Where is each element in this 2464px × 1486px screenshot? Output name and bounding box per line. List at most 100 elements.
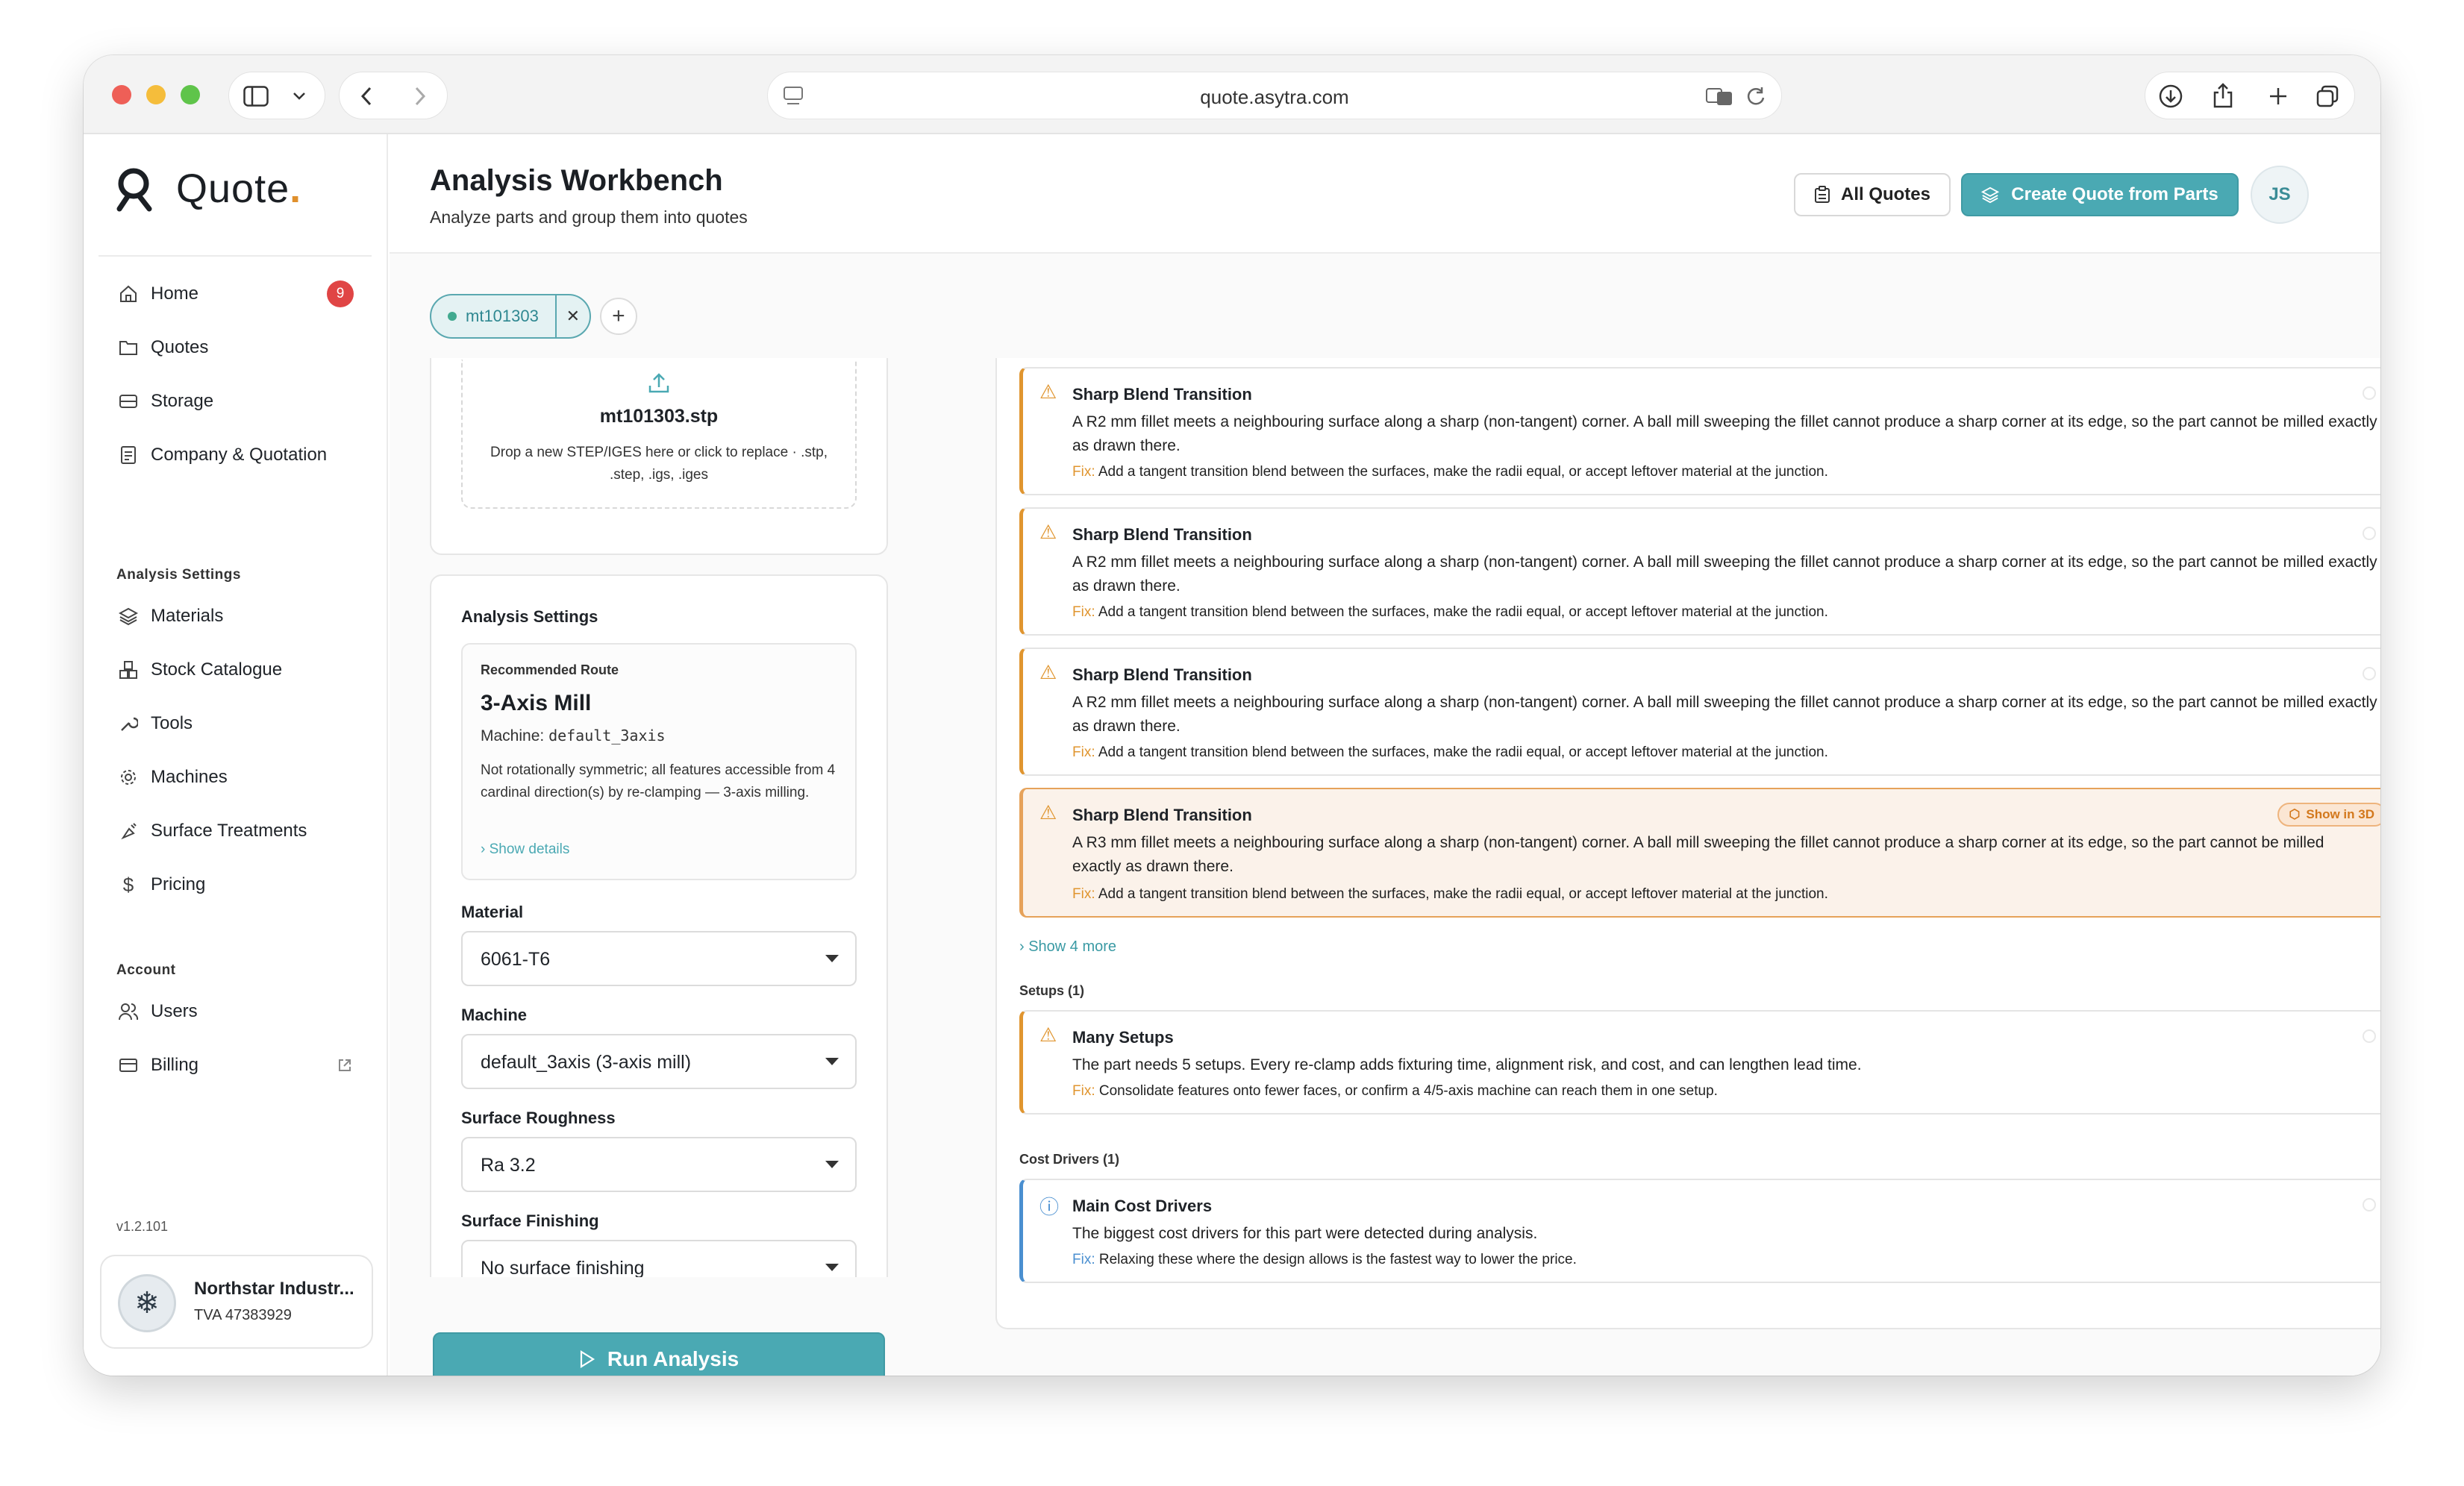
gear-icon [116, 765, 140, 789]
close-tab-icon[interactable]: ✕ [557, 307, 590, 326]
issue-card[interactable]: ⚠ Sharp Blend Transition A R2 mm fillet … [1019, 648, 2380, 776]
home-icon [116, 282, 140, 306]
app-version: v1.2.101 [116, 1219, 169, 1234]
sidebar-item-label: Users [151, 1001, 198, 1021]
forward-icon[interactable] [405, 81, 435, 111]
notification-badge: 9 [327, 280, 354, 307]
download-icon[interactable] [2156, 81, 2186, 111]
new-tab-icon[interactable] [2263, 81, 2293, 111]
sidebar-toggle-group [228, 72, 325, 119]
sidebar-item-label: Company & Quotation [151, 445, 328, 465]
show-details-link[interactable]: › Show details [481, 841, 569, 858]
machine-select[interactable]: default_3axis (3-axis mill) [461, 1034, 857, 1089]
left-panel: mt101303.stp Drop a new STEP/IGES here o… [430, 358, 888, 1277]
minimize-window-button[interactable] [146, 85, 166, 104]
all-quotes-button[interactable]: All Quotes [1794, 173, 1951, 216]
chevron-down-icon[interactable] [286, 83, 313, 110]
tab-mt101303[interactable]: mt101303 ✕ [430, 294, 591, 339]
browser-window: quote.asytra.com Quote. Home 9 Quotes St… [84, 55, 2380, 1376]
back-icon[interactable] [351, 81, 381, 111]
material-select[interactable]: 6061-T6 [461, 931, 857, 986]
sidebar-divider [99, 255, 372, 257]
sidebar-item-materials[interactable]: Materials [116, 600, 223, 633]
sidebar-toggle-icon[interactable] [241, 83, 271, 110]
reload-icon[interactable] [1745, 86, 1766, 110]
issue-title: Sharp Blend Transition [1072, 385, 1252, 404]
spray-icon [116, 819, 140, 843]
route-label: Recommended Route [481, 662, 619, 677]
sidebar-item-users[interactable]: Users [116, 995, 198, 1028]
logo-icon [116, 168, 152, 212]
sidebar-item-label: Billing [151, 1055, 199, 1075]
tabs-overview-icon[interactable] [2313, 81, 2342, 111]
sidebar-item-billing[interactable]: Billing [116, 1049, 198, 1082]
clipboard-icon [1814, 186, 1830, 203]
page-header: Analysis Workbench Analyze parts and gro… [390, 134, 2380, 254]
route-name: 3-Axis Mill [481, 691, 592, 715]
finishing-select[interactable]: No surface finishing [461, 1240, 857, 1277]
close-window-button[interactable] [112, 85, 131, 104]
sidebar-item-stock-catalogue[interactable]: Stock Catalogue [116, 653, 282, 686]
create-quote-button[interactable]: Create Quote from Parts [1961, 173, 2239, 216]
file-dropzone[interactable]: mt101303.stp Drop a new STEP/IGES here o… [461, 360, 857, 509]
finishing-label: Surface Finishing [461, 1211, 599, 1230]
sidebar-item-tools[interactable]: Tools [116, 707, 193, 740]
setup-issue-card[interactable]: ⚠ Many Setups The part needs 5 setups. E… [1019, 1010, 2380, 1114]
fix-text: Add a tangent transition blend between t… [1098, 604, 1828, 620]
machine-value: default_3axis (3-axis mill) [481, 1052, 692, 1073]
sidebar-item-quotes[interactable]: Quotes [116, 331, 208, 364]
finishing-value: No surface finishing [481, 1258, 645, 1277]
caret-down-icon [825, 955, 839, 962]
fix-text: Add a tangent transition blend between t… [1098, 744, 1828, 760]
translate-icon[interactable] [1705, 86, 1733, 110]
sidebar-item-machines[interactable]: Machines [116, 761, 228, 794]
show-details-label: Show details [489, 841, 570, 857]
roughness-select[interactable]: Ra 3.2 [461, 1137, 857, 1192]
issue-title: Sharp Blend Transition [1072, 665, 1252, 684]
app-name: Quote. [176, 166, 302, 211]
sidebar-item-pricing[interactable]: $ Pricing [116, 868, 206, 901]
layers-icon [116, 604, 140, 628]
company-name: Northstar Industr... [194, 1279, 354, 1299]
status-ring-icon [2363, 527, 2376, 540]
sidebar-item-storage[interactable]: Storage [116, 385, 213, 418]
recommended-route-card: Recommended Route 3-Axis Mill Machine: d… [461, 643, 857, 880]
sidebar-item-home[interactable]: Home [116, 278, 198, 310]
issue-title: Sharp Blend Transition [1072, 806, 1252, 824]
show-in-3d-button[interactable]: ⬡ Show in 3D [2277, 803, 2380, 827]
zoom-window-button[interactable] [181, 85, 200, 104]
sidebar-item-surface-treatments[interactable]: Surface Treatments [116, 815, 307, 847]
share-icon[interactable] [2208, 80, 2238, 111]
issue-title: Many Setups [1072, 1028, 1174, 1047]
sidebar-item-label: Pricing [151, 874, 206, 894]
roughness-label: Surface Roughness [461, 1109, 616, 1127]
card-icon [116, 1053, 140, 1077]
cost-driver-card[interactable]: ⓘ Main Cost Drivers The biggest cost dri… [1019, 1179, 2380, 1283]
sidebar-item-company[interactable]: Company & Quotation [116, 439, 327, 471]
fix-text: Relaxing these where the design allows i… [1098, 1252, 1577, 1267]
caret-down-icon [825, 1264, 839, 1271]
status-dot [448, 312, 457, 321]
user-avatar[interactable]: JS [2251, 166, 2309, 224]
show-more-link[interactable]: › Show 4 more [1019, 938, 1116, 956]
analysis-settings-heading: Analysis Settings [116, 567, 241, 583]
external-link-icon [337, 1058, 352, 1076]
company-switcher[interactable]: ❄ Northstar Industr... TVA 47383929 [100, 1255, 373, 1349]
issue-card[interactable]: ⚠ Sharp Blend Transition A R2 mm fillet … [1019, 367, 2380, 495]
add-tab-button[interactable]: + [599, 298, 637, 335]
cube-icon: ⬡ [2289, 807, 2301, 821]
issue-card-selected[interactable]: ⚠ Sharp Blend Transition A R3 mm fillet … [1019, 788, 2380, 918]
status-ring-icon [2363, 1198, 2376, 1211]
address-bar[interactable]: quote.asytra.com [767, 72, 1782, 119]
setups-heading: Setups (1) [1019, 983, 1085, 998]
issue-card[interactable]: ⚠ Sharp Blend Transition A R2 mm fillet … [1019, 507, 2380, 636]
sidebar-item-label: Storage [151, 391, 214, 411]
warning-icon: ⚠ [1039, 661, 1057, 683]
page-subtitle: Analyze parts and group them into quotes [430, 207, 748, 227]
app-logo[interactable]: Quote. [113, 166, 301, 212]
issue-title: Sharp Blend Transition [1072, 525, 1252, 544]
run-analysis-button[interactable]: Run Analysis [433, 1332, 885, 1376]
warning-icon: ⚠ [1039, 380, 1057, 403]
warning-icon: ⚠ [1039, 801, 1057, 824]
cost-drivers-heading: Cost Drivers (1) [1019, 1152, 1120, 1167]
